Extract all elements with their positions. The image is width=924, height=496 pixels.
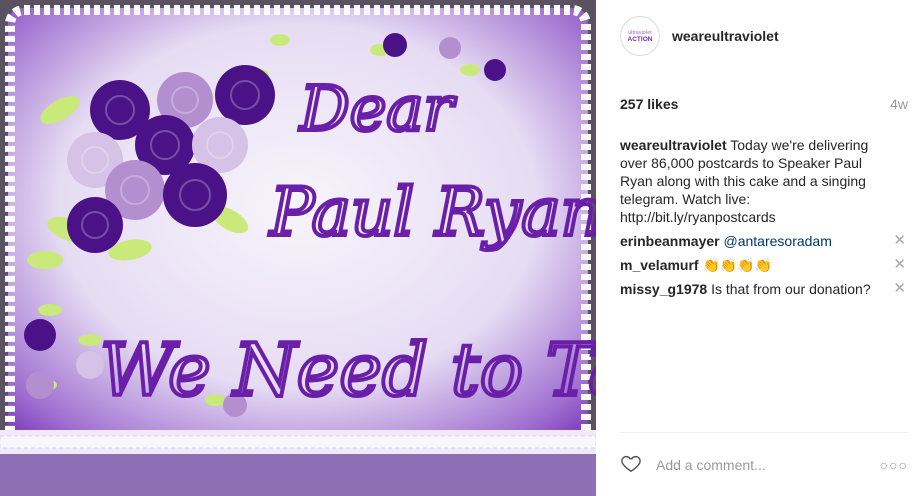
- heart-icon[interactable]: [620, 452, 642, 479]
- comment-item: erinbeanmayer @antaresoradam ✕: [620, 232, 908, 250]
- avatar[interactable]: ultraviolet ACTION: [620, 16, 660, 56]
- comment-text: 👏👏👏👏: [702, 257, 773, 273]
- cake-text-name: Paul Ryan: [269, 174, 596, 251]
- comment-item: missy_g1978 Is that from our donation? ✕: [620, 280, 908, 298]
- post-time[interactable]: 4w: [890, 96, 908, 112]
- comment-list: erinbeanmayer @antaresoradam ✕ m_velamur…: [620, 232, 908, 304]
- post-header: ultraviolet ACTION weareultraviolet: [620, 16, 779, 56]
- comment-text: Is that from our donation?: [711, 281, 871, 297]
- likes-row: 257 likes 4w: [620, 96, 908, 112]
- caption-username[interactable]: weareultraviolet: [620, 137, 727, 153]
- comment-input[interactable]: [654, 456, 880, 474]
- likes-count[interactable]: 257 likes: [620, 96, 678, 112]
- post-sidebar: ultraviolet ACTION weareultraviolet 257 …: [596, 0, 924, 496]
- comment-username[interactable]: erinbeanmayer: [620, 233, 720, 249]
- comment-footer: ○○○: [620, 450, 908, 480]
- cake-text-dear: Dear: [299, 72, 456, 145]
- header-username[interactable]: weareultraviolet: [672, 28, 779, 44]
- comment-item: m_velamurf 👏👏👏👏 ✕: [620, 256, 908, 274]
- close-icon[interactable]: ✕: [893, 256, 906, 274]
- more-options-icon[interactable]: ○○○: [880, 457, 908, 473]
- cake-text-talk: We Need to Talk: [100, 328, 596, 412]
- avatar-text-bottom: ACTION: [627, 35, 653, 43]
- close-icon[interactable]: ✕: [893, 280, 906, 298]
- close-icon[interactable]: ✕: [893, 232, 906, 250]
- divider: [620, 432, 908, 433]
- post-caption: weareultraviolet Today we're delivering …: [620, 136, 888, 226]
- comment-username[interactable]: missy_g1978: [620, 281, 707, 297]
- post-photo[interactable]: Dear Paul Ryan We Need to Talk: [0, 0, 596, 496]
- comment-text[interactable]: @antaresoradam: [724, 233, 832, 249]
- comment-username[interactable]: m_velamurf: [620, 257, 699, 273]
